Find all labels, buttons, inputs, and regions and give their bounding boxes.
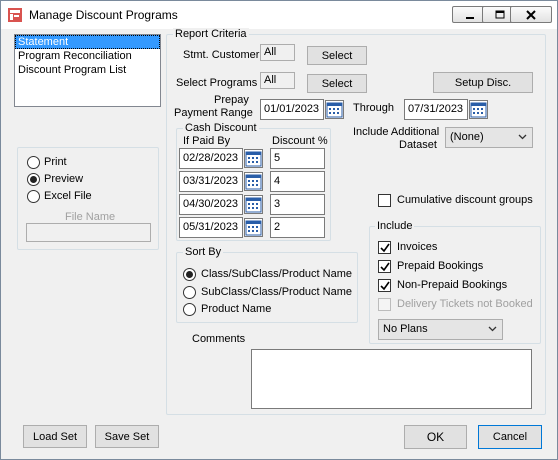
non-prepaid-bookings-label: Non-Prepaid Bookings <box>397 279 508 291</box>
invoices-checkbox[interactable] <box>378 241 391 254</box>
stmt-customer-label: Stmt. Customer <box>183 49 260 61</box>
comments-textarea[interactable] <box>251 349 532 409</box>
cumulative-discount-label: Cumulative discount groups <box>397 194 533 206</box>
paid-by-calendar-icon-4[interactable] <box>244 218 263 237</box>
save-set-button[interactable]: Save Set <box>95 425 159 448</box>
minimize-icon <box>466 16 474 19</box>
manage-discount-programs-window: Manage Discount Programs Statement Progr… <box>0 0 558 460</box>
chevron-down-icon <box>518 134 527 140</box>
payment-range-label: Payment Range <box>174 107 253 119</box>
paid-by-calendar-icon-3[interactable] <box>244 195 263 214</box>
report-criteria-label: Report Criteria <box>173 28 249 40</box>
print-label: Print <box>44 156 67 168</box>
prepay-to-calendar-icon[interactable] <box>469 100 488 119</box>
chevron-down-icon <box>488 326 497 332</box>
paid-by-date-input-4[interactable]: 05/31/2023 <box>179 217 243 238</box>
checkmark-icon <box>380 262 390 272</box>
invoices-label: Invoices <box>397 241 438 253</box>
select-programs-value: All <box>260 72 295 89</box>
maximize-icon <box>495 10 505 19</box>
preview-label: Preview <box>44 173 84 185</box>
sort-subclass-class-radio[interactable] <box>183 286 196 299</box>
close-button[interactable] <box>510 6 552 23</box>
prepay-from-date-input[interactable]: 01/01/2023 <box>260 99 324 120</box>
paid-by-date-input-1[interactable]: 02/28/2023 <box>179 148 243 169</box>
prepay-label: Prepay <box>214 94 249 106</box>
app-icon <box>8 8 22 22</box>
cash-discount-label: Cash Discount <box>183 122 259 134</box>
paid-by-calendar-icon-1[interactable] <box>244 149 263 168</box>
delivery-tickets-label: Delivery Tickets not Booked <box>397 298 533 310</box>
paid-by-calendar-icon-2[interactable] <box>244 172 263 191</box>
print-radio[interactable] <box>27 156 40 169</box>
select-programs-label: Select Programs <box>176 77 258 89</box>
sort-by-label: Sort By <box>183 246 224 258</box>
discount-percent-input-1[interactable]: 5 <box>270 148 325 169</box>
prepaid-bookings-label: Prepaid Bookings <box>397 260 484 272</box>
stmt-customer-select-button[interactable]: Select <box>307 46 367 65</box>
cumulative-discount-checkbox[interactable] <box>378 194 391 207</box>
select-programs-select-button[interactable]: Select <box>307 74 367 93</box>
close-icon <box>526 9 536 20</box>
include-label: Include <box>375 220 415 232</box>
window-title: Manage Discount Programs <box>29 8 178 22</box>
if-paid-by-header: If Paid By <box>183 135 231 147</box>
plans-dropdown[interactable]: No Plans <box>378 319 503 340</box>
discount-percent-input-2[interactable]: 4 <box>270 171 325 192</box>
excel-file-label: Excel File <box>44 190 92 202</box>
dataset-dropdown-value: (None) <box>450 131 484 143</box>
prepay-from-calendar-icon[interactable] <box>325 100 344 119</box>
through-label: Through <box>353 102 394 114</box>
plans-dropdown-value: No Plans <box>383 323 428 335</box>
report-type-list[interactable]: Statement Program Reconciliation Discoun… <box>14 34 161 107</box>
preview-radio[interactable] <box>27 173 40 186</box>
load-set-button[interactable]: Load Set <box>23 425 87 448</box>
checkmark-icon <box>380 281 390 291</box>
paid-by-date-input-2[interactable]: 03/31/2023 <box>179 171 243 192</box>
comments-label: Comments <box>192 333 246 345</box>
discount-percent-input-3[interactable]: 3 <box>270 194 325 215</box>
prepay-to-date-input[interactable]: 07/31/2023 <box>404 99 468 120</box>
stmt-customer-value: All <box>260 44 295 61</box>
list-item-statement[interactable]: Statement <box>15 35 160 49</box>
excel-file-radio[interactable] <box>27 190 40 203</box>
include-additional-label: Include Additional <box>353 126 440 138</box>
paid-by-date-input-3[interactable]: 04/30/2023 <box>179 194 243 215</box>
discount-percent-input-4[interactable]: 2 <box>270 217 325 238</box>
dataset-label: Dataset <box>399 139 437 151</box>
sort-product-name-radio[interactable] <box>183 303 196 316</box>
sort-class-subclass-radio[interactable] <box>183 268 196 281</box>
sort-product-name-label: Product Name <box>201 303 272 315</box>
list-item-program-reconciliation[interactable]: Program Reconciliation <box>15 49 160 63</box>
sort-class-subclass-label: Class/SubClass/Product Name <box>201 268 353 280</box>
dataset-dropdown[interactable]: (None) <box>445 127 533 148</box>
sort-subclass-class-label: SubClass/Class/Product Name <box>201 286 353 298</box>
list-item-discount-program-list[interactable]: Discount Program List <box>15 63 160 77</box>
file-name-label: File Name <box>65 211 116 223</box>
non-prepaid-bookings-checkbox[interactable] <box>378 279 391 292</box>
file-name-input[interactable] <box>26 223 151 242</box>
checkmark-icon <box>380 243 390 253</box>
setup-disc-button[interactable]: Setup Disc. <box>433 72 533 93</box>
cancel-button[interactable]: Cancel <box>478 425 542 449</box>
delivery-tickets-checkbox <box>378 298 391 311</box>
title-bar: Manage Discount Programs <box>1 1 557 29</box>
prepaid-bookings-checkbox[interactable] <box>378 260 391 273</box>
discount-percent-header: Discount % <box>272 135 328 147</box>
ok-button[interactable]: OK <box>404 425 467 449</box>
